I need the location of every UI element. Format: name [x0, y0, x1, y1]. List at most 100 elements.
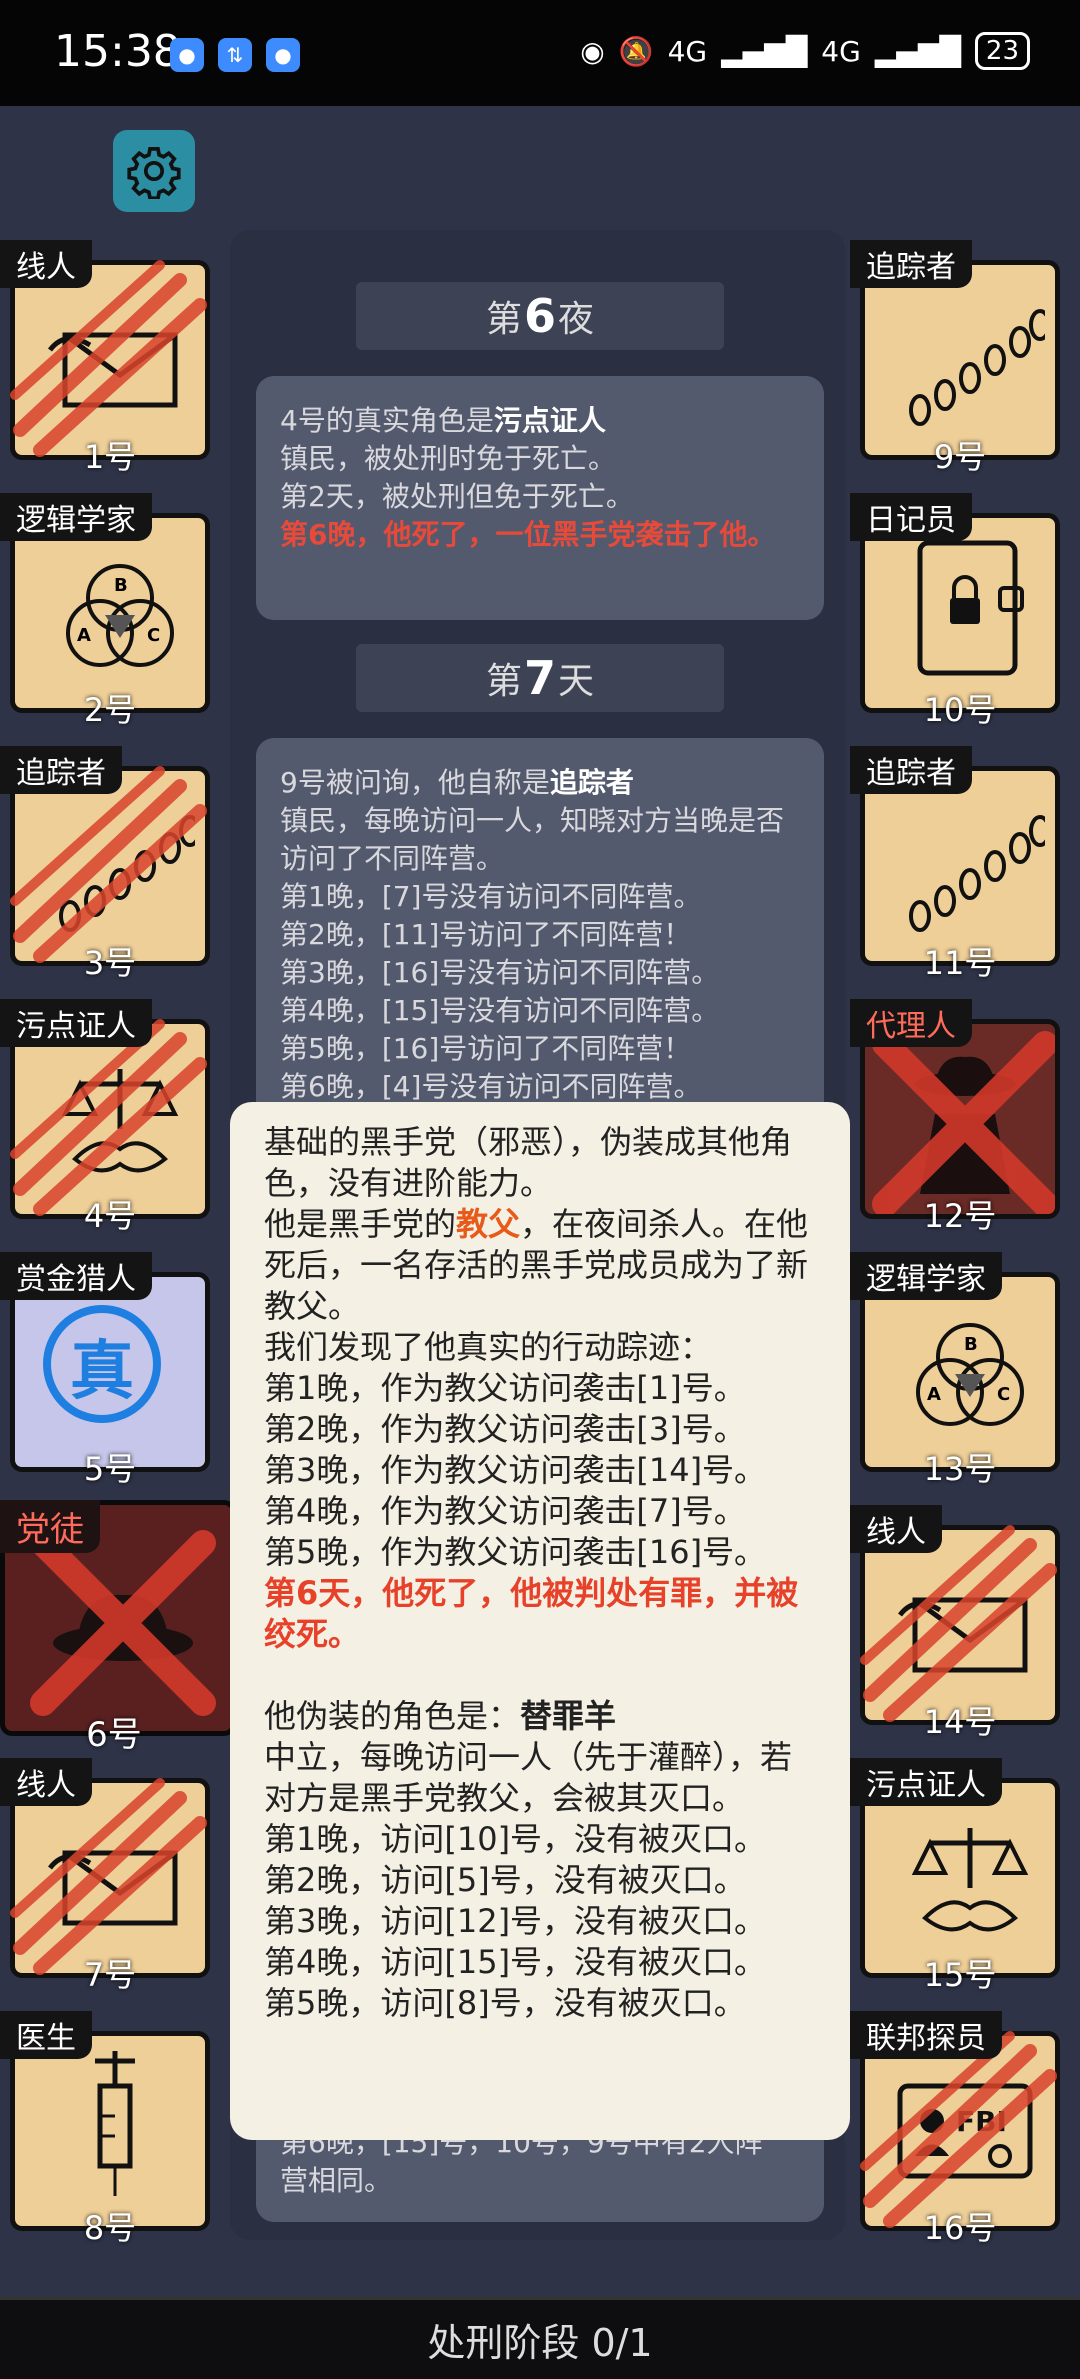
data-transfer-icon: ⇅: [218, 38, 252, 72]
log-line: 营相同。: [280, 2164, 393, 2197]
role-tag: 代理人: [850, 999, 972, 1047]
day-7-header: 第7天: [356, 644, 724, 712]
phase-label: 处刑阶段 0/1: [427, 2321, 653, 2365]
role-tag: 日记员: [850, 493, 972, 541]
player-slot-13[interactable]: 逻辑学家 13号: [850, 1252, 1060, 1488]
log-line: 第4晚，[15]号没有访问不同阵营。: [280, 994, 720, 1027]
player-slot-3[interactable]: 追踪者 3号: [0, 746, 210, 982]
popup-visit: 第1晚，访问[10]号，没有被灭口。: [264, 1820, 767, 1858]
eliminated-x-icon: [865, 1024, 1060, 1219]
popup-disguise-line: 他伪装的角色是：替罪羊: [264, 1696, 816, 1737]
player-number: 9号: [933, 438, 987, 476]
popup-role-name: 教父: [456, 1205, 521, 1243]
syringe-icon: [95, 2051, 135, 2196]
player-slot-4[interactable]: 污点证人 4号: [0, 999, 210, 1235]
role-tag: 医生: [0, 2011, 92, 2059]
player-slot-1[interactable]: 线人 1号: [0, 240, 210, 476]
popup-role-line: 他是黑手党的教父，在夜间杀人。在他死后，一名存活的黑手党成员成为了新教父。: [264, 1204, 816, 1327]
envelope-icon: [45, 290, 195, 440]
footprints-icon: [909, 309, 1045, 426]
player-slot-5[interactable]: 真 赏金猎人 5号: [0, 1252, 210, 1488]
header-suffix: 天: [558, 661, 595, 702]
player-slot-16[interactable]: FBI 联邦探员 16号: [850, 2011, 1060, 2247]
player-slot-7[interactable]: 线人 7号: [0, 1758, 210, 1994]
phase-bar: 处刑阶段 0/1: [0, 2296, 1080, 2379]
player-slot-11[interactable]: 追踪者 11号: [850, 746, 1060, 982]
role-tag: 党徒: [0, 1500, 100, 1553]
log-card-day7: 9号被问询，他自称是追踪者 镇民，每晚访问一人，知晓对方当晚是否访问了不同阵营。…: [256, 738, 824, 1118]
player-slot-9[interactable]: 追踪者 9号: [850, 240, 1060, 476]
player-number: 11号: [923, 944, 997, 982]
player-number: 7号: [83, 1956, 137, 1994]
header-prefix: 第: [485, 299, 522, 340]
truth-stamp-icon: 真: [43, 1305, 161, 1423]
popup-visit: 第5晚，访问[8]号，没有被灭口。: [264, 1984, 746, 2022]
popup-disguise-role: 替罪羊: [520, 1697, 617, 1735]
status-indicators: ◉ 🔕 4G ▂▄▆█ 4G ▂▄▆█ 23: [580, 32, 1030, 70]
popup-action: 第3晚，作为教父访问袭击[14]号。: [264, 1451, 767, 1489]
role-tag: 追踪者: [850, 746, 972, 794]
log-line: 第1晚，[7]号没有访问不同阵营。: [280, 880, 702, 913]
popup-death: 第6天，他死了，他被判处有罪，并被绞死。: [264, 1574, 799, 1653]
header-number: 7: [523, 651, 556, 705]
network-2: 4G: [821, 34, 861, 68]
popup-visit: 第2晚，访问[5]号，没有被灭口。: [264, 1861, 746, 1899]
log-line: 第2天，被处刑但免于死亡。: [280, 480, 634, 513]
player-number: 10号: [923, 691, 997, 729]
popup-text: 他伪装的角色是：: [264, 1697, 521, 1735]
player-card: [860, 1525, 1060, 1725]
popup-action: 第2晚，作为教父访问袭击[3]号。: [264, 1410, 746, 1448]
log-text: 4号的真实角色是: [280, 404, 494, 437]
venn-diagram-icon: [916, 1323, 1024, 1426]
player-number: 16号: [923, 2209, 997, 2247]
role-tag: 联邦探员: [850, 2011, 1002, 2059]
role-tag: 赏金猎人: [0, 1252, 152, 1300]
locked-diary-icon: [917, 540, 1024, 676]
message-app-icon: ●: [266, 38, 300, 72]
header-suffix: 夜: [558, 299, 595, 340]
role-tag: 逻辑学家: [0, 493, 152, 541]
scales-handshake-icon: [45, 1049, 195, 1199]
player-slot-12[interactable]: 代理人 12号: [850, 999, 1060, 1235]
popup-visit: 第4晚，访问[15]号，没有被灭口。: [264, 1943, 767, 1981]
player-card: 真: [10, 1272, 210, 1472]
player-card: [860, 1019, 1060, 1219]
player-number: 1号: [83, 438, 137, 476]
player-slot-15[interactable]: 污点证人 15号: [850, 1758, 1060, 1994]
role-tag: 线人: [850, 1505, 942, 1553]
player-slot-8[interactable]: 医生 8号: [0, 2011, 210, 2247]
popup-text: 他是黑手党的: [264, 1205, 457, 1243]
player-card: [860, 513, 1060, 713]
player-number: 14号: [923, 1703, 997, 1741]
envelope-icon: [45, 1808, 195, 1958]
signal-icon: ▂▄▆█: [721, 34, 808, 68]
fbi-badge-icon: FBI: [897, 2083, 1033, 2179]
status-bar: 15:38 ● ⇅ ● ◉ 🔕 4G ▂▄▆█ 4G ▂▄▆█ 23: [0, 0, 1080, 106]
scales-handshake-icon: [895, 1808, 1045, 1958]
player-number: 3号: [83, 944, 137, 982]
popup-action: 第4晚，作为教父访问袭击[7]号。: [264, 1492, 746, 1530]
player-card: [10, 2031, 210, 2231]
player-slot-14[interactable]: 线人 14号: [850, 1505, 1060, 1741]
footprints-icon: [59, 815, 195, 932]
role-detail-popup[interactable]: 基础的黑手党（邪恶），伪装成其他角色，没有进阶能力。 他是黑手党的教父，在夜间杀…: [230, 1102, 850, 2140]
player-slot-6-selected[interactable]: 党徒 6号: [0, 1500, 238, 1755]
role-tag: 线人: [0, 240, 92, 288]
player-slot-10[interactable]: 日记员 10号: [850, 493, 1060, 729]
log-line: 第5晚，[16]号访问了不同阵营！: [280, 1032, 692, 1065]
player-card: FBI: [860, 2031, 1060, 2231]
player-number: 2号: [83, 691, 137, 729]
role-tag: 线人: [0, 1758, 92, 1806]
player-card: [10, 1019, 210, 1219]
player-card: [10, 513, 210, 713]
eliminated-x-icon: [23, 1523, 223, 1723]
popup-action: 第1晚，作为教父访问袭击[1]号。: [264, 1369, 746, 1407]
clock: 15:38: [54, 26, 181, 77]
eye-icon: ◉: [580, 34, 605, 68]
player-card: [10, 260, 210, 460]
settings-button[interactable]: [113, 130, 195, 212]
popup-disguise-desc: 中立，每晚访问一人（先于灌醉），若对方是黑手党教父，会被其灭口。: [264, 1738, 793, 1817]
popup-trace-header: 我们发现了他真实的行动踪迹：: [264, 1328, 713, 1366]
player-slot-2[interactable]: 逻辑学家 2号: [0, 493, 210, 729]
log-line: 4号的真实角色是污点证人: [280, 402, 800, 440]
